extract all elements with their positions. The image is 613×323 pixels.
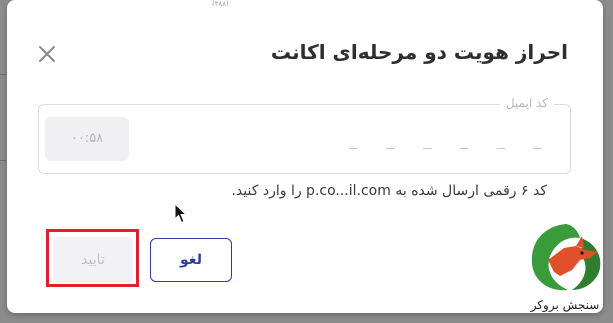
resend-timer-badge: ۰۰:۵۸ (45, 117, 129, 161)
email-code-input[interactable]: _ _ _ _ _ _ (349, 133, 552, 149)
watermark-text: سنجش بروکر (530, 298, 600, 312)
instruction-text: کد ۶ رقمی ارسال شده به p.co...il.com را … (231, 183, 547, 199)
close-icon[interactable] (35, 42, 59, 66)
background-divider (0, 160, 6, 161)
background-divider (0, 74, 6, 75)
two-factor-dialog: (۳۸۸) احراز هویت دو مرحله‌ای اکانت کد ای… (7, 0, 603, 313)
cancel-button[interactable]: لغو (150, 238, 232, 282)
dialog-title: احراز هویت دو مرحله‌ای اکانت (270, 40, 568, 64)
mouse-cursor-icon (174, 203, 188, 225)
brand-watermark: سنجش بروکر (522, 220, 610, 320)
fox-logo-icon (531, 224, 601, 291)
background-text-peek: (۳۸۸) (212, 0, 229, 6)
email-code-field[interactable]: کد ایمیل _ _ _ _ _ _ ۰۰:۵۸ (38, 96, 571, 174)
close-button[interactable] (35, 42, 59, 66)
confirm-button[interactable]: تایید (53, 237, 133, 283)
email-code-label: کد ایمیل (499, 96, 554, 110)
